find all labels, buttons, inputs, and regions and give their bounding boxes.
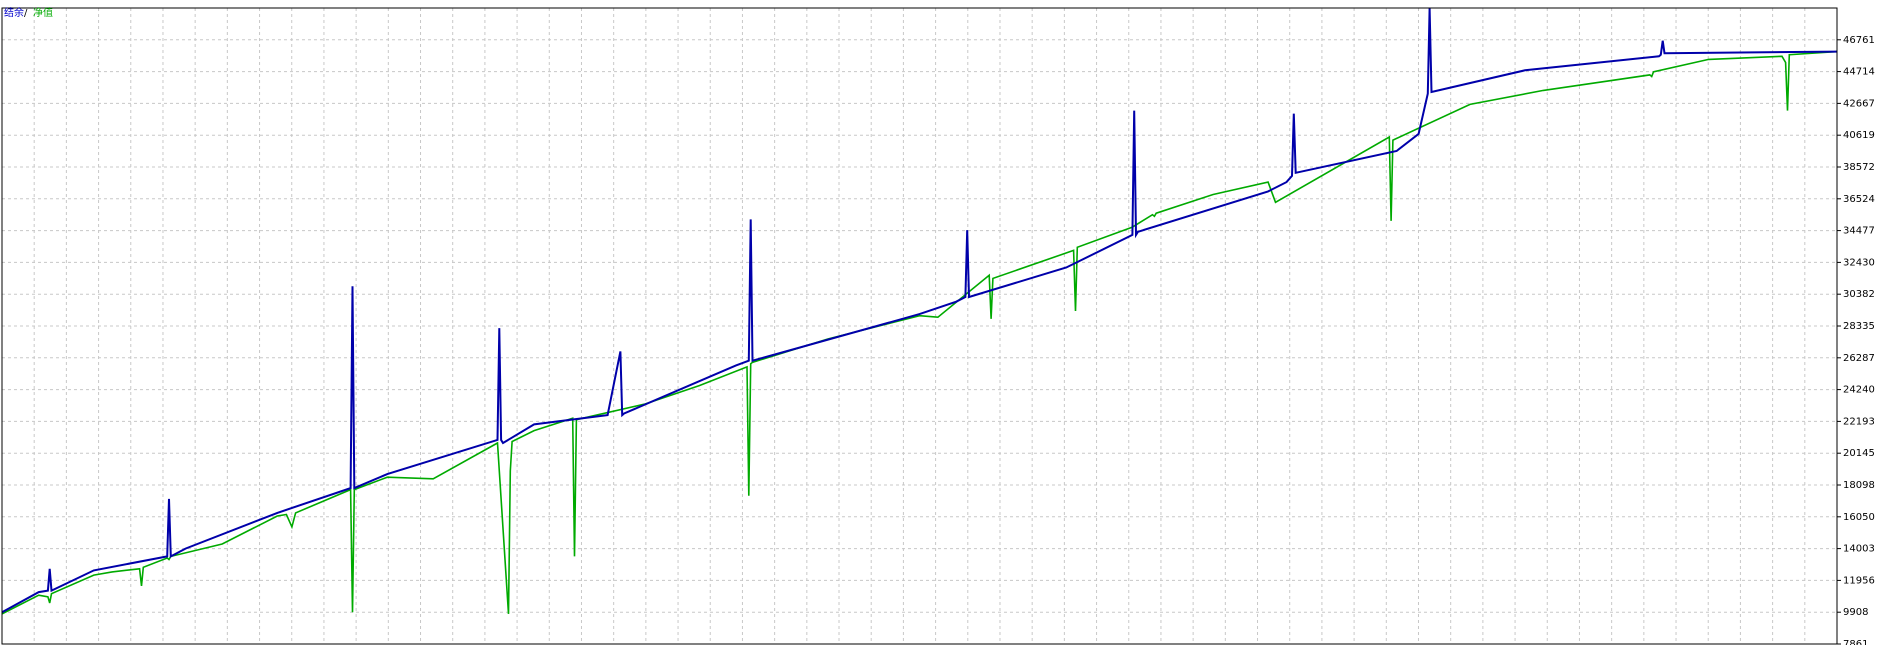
y-tick-label: 7861 [1843,639,1868,645]
series-line-equity [1,50,1838,615]
series-layer [1,8,1838,615]
y-tick-label: 18098 [1843,480,1875,491]
legend-item-equity: 净值 [33,6,53,19]
chart-svg: 7861 9908 11956 14003 16050 18098 20145 22193 24… [1,6,1875,649]
y-tick-label: 44714 [1843,67,1875,78]
plot-frame [1,7,1838,645]
y-tick-label: 20145 [1843,448,1875,459]
y-tick-label: 34477 [1843,226,1875,237]
y-tick-label: 30382 [1843,289,1875,300]
y-tick-label: 40619 [1843,130,1875,141]
series-line-balance [1,8,1838,614]
legend-item-balance: 结余 [4,6,24,19]
y-tick-label: 46761 [1843,35,1875,46]
y-tick-label: 26287 [1843,353,1875,364]
legend-separator: / [24,8,28,19]
y-tick-label: 36524 [1843,194,1875,205]
y-tick-label: 42667 [1843,98,1875,109]
y-tick-label: 16050 [1843,512,1875,523]
y-tick-label: 11956 [1843,575,1875,586]
y-tick-label: 9908 [1843,607,1868,618]
y-tick-label: 24240 [1843,385,1875,396]
grid-layer [2,8,1837,645]
y-tick-label: 28335 [1843,321,1875,332]
y-tick-label: 22193 [1843,416,1875,427]
y-tick-label: 32430 [1843,257,1875,268]
equity-balance-chart: 7861 9908 11956 14003 16050 18098 20145 22193 24… [0,0,1878,649]
y-tick-label: 38572 [1843,162,1875,173]
y-tick-label: 14003 [1843,544,1875,555]
